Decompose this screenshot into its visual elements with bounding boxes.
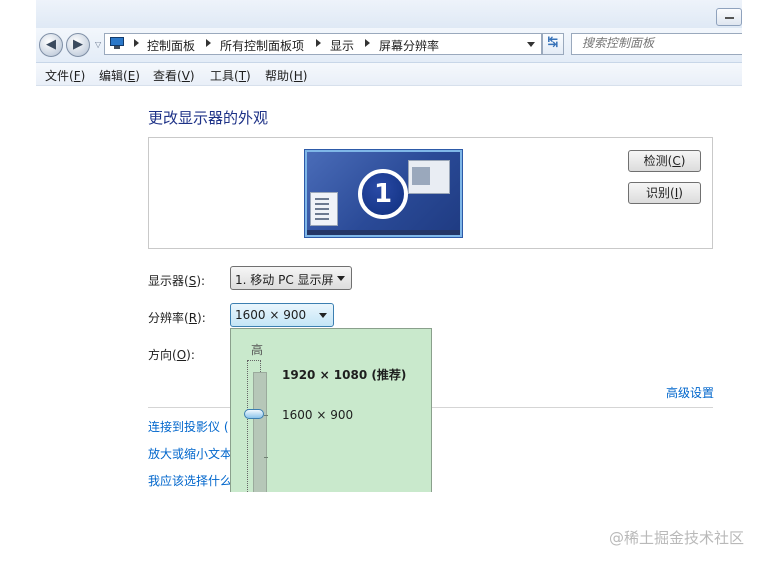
slider-track[interactable] xyxy=(253,372,267,492)
high-label: 高 xyxy=(251,343,264,357)
connect-projector-link[interactable]: 连接到投影仪 ( xyxy=(148,418,229,435)
menu-bar: 文件(F) 编辑(E) 查看(V) 工具(T) 帮助(H) xyxy=(36,63,742,86)
title-strip xyxy=(36,0,742,28)
forward-button[interactable]: ▶ xyxy=(66,33,90,57)
resolution-label: 分辨率(R): xyxy=(148,311,206,325)
menu-view[interactable]: 查看(V) xyxy=(153,67,195,84)
resolution-option-1920x1080[interactable]: 1920 × 1080 (推荐) xyxy=(282,366,406,383)
chevron-down-icon xyxy=(337,276,345,281)
forward-arrow-icon: ▶ xyxy=(73,37,83,52)
breadcrumb-separator-icon[interactable] xyxy=(365,39,370,47)
watermark: @稀土掘金技术社区 xyxy=(609,529,745,547)
breadcrumb-separator-icon[interactable] xyxy=(134,39,139,47)
search-input[interactable] xyxy=(582,36,742,50)
menu-help[interactable]: 帮助(H) xyxy=(265,67,307,84)
breadcrumb-screen-resolution[interactable]: 屏幕分辨率 xyxy=(379,37,439,54)
detect-button[interactable]: 检测(C) xyxy=(628,150,701,172)
back-button[interactable]: ◀ xyxy=(39,33,63,57)
resolution-option-1600x900[interactable]: 1600 × 900 xyxy=(282,408,353,422)
refresh-button[interactable]: ↹ xyxy=(542,33,564,55)
menu-tools[interactable]: 工具(T) xyxy=(210,67,251,84)
display-label: 显示器(S): xyxy=(148,274,206,288)
address-bar[interactable]: 控制面板 所有控制面板项 显示 屏幕分辨率 xyxy=(104,33,542,55)
display-select[interactable]: 1. 移动 PC 显示屏 xyxy=(230,266,352,290)
recent-pages-dropdown-icon[interactable]: ▽ xyxy=(95,40,101,49)
display-preview-panel: 1 检测(C) 识别(I) xyxy=(148,137,713,249)
slider-tick xyxy=(264,457,268,458)
breadcrumb-all-items[interactable]: 所有控制面板项 xyxy=(220,37,304,54)
text-size-link[interactable]: 放大或缩小文本 xyxy=(148,445,232,462)
chevron-down-icon xyxy=(319,313,327,318)
display-select-value: 1. 移动 PC 显示屏 xyxy=(235,273,334,287)
minimize-button[interactable] xyxy=(716,8,742,26)
monitor-icon[interactable]: 1 xyxy=(305,150,462,237)
resolution-select[interactable]: 1600 × 900 xyxy=(230,303,334,327)
menu-edit[interactable]: 编辑(E) xyxy=(99,67,140,84)
menu-file[interactable]: 文件(F) xyxy=(45,67,85,84)
search-box[interactable] xyxy=(571,33,742,55)
window-thumbnail-icon xyxy=(408,160,450,194)
display-settings-help-link[interactable]: 我应该选择什么 xyxy=(148,472,232,489)
address-history-dropdown-icon[interactable] xyxy=(527,42,535,47)
breadcrumb-separator-icon[interactable] xyxy=(206,39,211,47)
resolution-slider[interactable] xyxy=(247,360,267,492)
control-panel-window: ◀ ▶ ▽ 控制面板 所有控制面板项 显示 屏幕分辨率 ↹ 文件(F) 编辑(E… xyxy=(36,0,742,492)
identify-button[interactable]: 识别(I) xyxy=(628,182,701,204)
page-title: 更改显示器的外观 xyxy=(148,109,269,127)
slider-thumb[interactable] xyxy=(244,409,264,419)
taskbar-strip xyxy=(307,230,460,235)
monitor-number-badge: 1 xyxy=(358,169,408,219)
navigation-bar: ◀ ▶ ▽ 控制面板 所有控制面板项 显示 屏幕分辨率 ↹ xyxy=(36,28,742,63)
orientation-label: 方向(O): xyxy=(148,348,195,362)
advanced-settings-link[interactable]: 高级设置 xyxy=(666,384,714,401)
breadcrumb-control-panel[interactable]: 控制面板 xyxy=(147,37,195,54)
refresh-icon: ↹ xyxy=(547,35,559,50)
control-panel-icon xyxy=(109,37,125,50)
slider-tick xyxy=(264,415,268,416)
window-thumbnail-icon xyxy=(310,192,338,226)
breadcrumb-separator-icon[interactable] xyxy=(316,39,321,47)
breadcrumb-display[interactable]: 显示 xyxy=(330,37,354,54)
resolution-dropdown: 高 1920 × 1080 (推荐) 1600 × 900 xyxy=(230,328,432,492)
resolution-select-value: 1600 × 900 xyxy=(235,308,307,322)
back-arrow-icon: ◀ xyxy=(46,37,56,52)
